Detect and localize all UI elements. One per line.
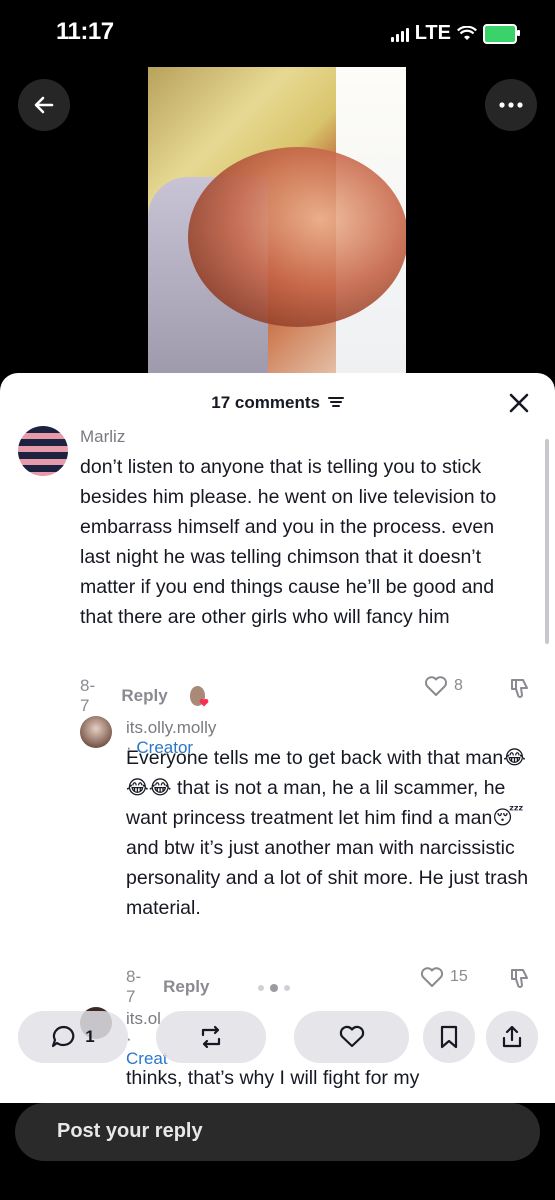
like-video-button[interactable] <box>294 1011 409 1063</box>
page-dot <box>258 985 264 991</box>
reply-input[interactable]: Post your reply <box>15 1103 540 1161</box>
share-icon <box>502 1025 522 1048</box>
floating-action-bar: 1 <box>18 1011 538 1066</box>
like-count: 15 <box>450 968 468 985</box>
repost-button[interactable] <box>156 1011 266 1063</box>
reply-button[interactable]: Reply <box>121 686 167 706</box>
more-options-button[interactable] <box>485 79 537 131</box>
signal-icon <box>390 26 409 42</box>
status-bar: 11:17 LTE <box>0 0 555 60</box>
wifi-icon <box>457 25 477 40</box>
comment-date: 8-7 <box>126 967 142 1006</box>
comments-header: 17 comments <box>0 373 555 431</box>
scrollbar[interactable] <box>545 439 549 644</box>
comment-text: don’t listen to anyone that is telling y… <box>80 456 497 628</box>
bookmark-button[interactable] <box>423 1011 475 1063</box>
page-indicator <box>258 984 290 992</box>
comments-sheet: 17 comments Marliz don’t listen to anyon… <box>0 373 555 1103</box>
thumbs-down-icon[interactable] <box>508 966 532 990</box>
reply-placeholder: Post your reply <box>57 1120 203 1142</box>
heart-icon <box>200 698 209 707</box>
video-preview[interactable] <box>148 67 406 379</box>
thumbs-down-icon[interactable] <box>508 676 532 700</box>
bookmark-icon <box>440 1025 458 1049</box>
repost-icon <box>201 1025 221 1049</box>
more-horizontal-icon <box>499 102 523 108</box>
heart-icon <box>339 1025 364 1048</box>
battery-icon <box>483 23 520 44</box>
comment-text: Everyone tells me to get back with that … <box>126 747 529 919</box>
comments-count[interactable]: 17 comments <box>0 393 555 413</box>
heart-icon <box>424 676 448 696</box>
video-person <box>188 147 406 327</box>
share-button[interactable] <box>486 1011 538 1063</box>
comment-username[interactable]: Marliz <box>80 427 125 447</box>
sort-lines-icon <box>327 397 344 407</box>
comment-text: thinks, that’s why I will fight for my <box>126 1067 420 1089</box>
avatar[interactable] <box>80 716 112 748</box>
comment-count: 1 <box>85 1027 95 1046</box>
close-icon[interactable] <box>507 391 531 415</box>
comments-count-label: 17 comments <box>211 393 320 412</box>
like-button[interactable]: 15 <box>420 966 468 988</box>
back-button[interactable] <box>18 79 70 131</box>
page-dot <box>284 985 290 991</box>
like-button[interactable]: 8 <box>424 675 463 697</box>
status-time: 11:17 <box>56 18 114 45</box>
reply-button[interactable]: Reply <box>163 977 209 997</box>
bottom-reply-bar: Post your reply <box>0 1103 555 1200</box>
status-indicators: LTE <box>390 22 520 45</box>
arrow-left-icon <box>34 96 54 114</box>
avatar[interactable] <box>18 426 68 476</box>
comment-meta: 8-7 Reply <box>80 676 209 716</box>
comment-meta: 8-7 Reply <box>126 967 209 1007</box>
creator-liked-avatar <box>189 686 209 707</box>
like-count: 8 <box>454 677 463 694</box>
page-dot-active <box>270 984 278 992</box>
network-label: LTE <box>414 22 451 44</box>
heart-icon <box>420 967 444 987</box>
comment-username[interactable]: its.olly.molly <box>126 718 216 737</box>
comment-bubble-icon <box>52 1025 75 1048</box>
comment-date: 8-7 <box>80 676 96 715</box>
comment-button[interactable]: 1 <box>18 1011 128 1063</box>
